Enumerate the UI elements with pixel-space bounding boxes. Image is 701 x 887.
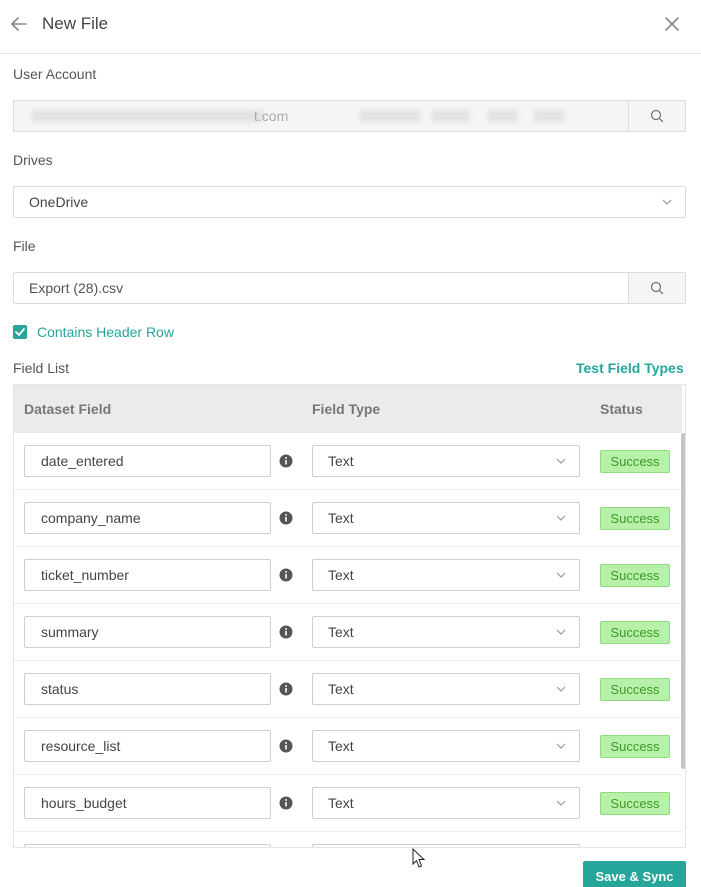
table-row: status Text Success (14, 661, 682, 718)
redacted-text (360, 110, 420, 122)
redacted-text (432, 110, 470, 122)
dataset-field-value: company_name (41, 510, 141, 526)
drives-value: OneDrive (29, 194, 89, 210)
redacted-text (534, 110, 564, 122)
field-type-value: Text (328, 738, 354, 754)
search-icon (650, 281, 664, 295)
redacted-text (32, 110, 264, 122)
dataset-field-input[interactable]: hours_budget (24, 787, 271, 819)
table-row: ticket_number Text Success (14, 547, 682, 604)
info-icon[interactable] (279, 454, 293, 468)
drives-select[interactable]: OneDrive (13, 186, 686, 218)
chevron-down-icon (556, 572, 566, 578)
chevron-down-icon (556, 743, 566, 749)
dataset-field-value: ticket_number (41, 567, 129, 583)
table-row-partial (14, 832, 682, 847)
column-header-dataset-field: Dataset Field (24, 401, 112, 417)
field-type-select[interactable]: Text (312, 502, 580, 534)
dataset-field-input[interactable]: date_entered (24, 445, 271, 477)
chevron-down-icon (556, 686, 566, 692)
status-badge: Success (600, 621, 670, 644)
info-icon[interactable] (279, 796, 293, 810)
chevron-down-icon (662, 199, 672, 205)
table-scrollbar[interactable] (681, 433, 685, 847)
table-row: resource_list Text Success (14, 718, 682, 775)
dataset-field-value: status (41, 681, 79, 697)
status-badge: Success (600, 735, 670, 758)
status-badge: Success (600, 450, 670, 473)
info-icon[interactable] (279, 682, 293, 696)
scrollbar-thumb[interactable] (681, 433, 685, 769)
user-account-label: User Account (13, 66, 97, 82)
user-account-value: t.com (254, 108, 289, 124)
chevron-down-icon (556, 515, 566, 521)
field-type-select[interactable]: Text (312, 730, 580, 762)
table-row: date_entered Text Success (14, 433, 682, 490)
table-header: Dataset Field Field Type Status (14, 385, 682, 433)
field-list-label: Field List (13, 360, 70, 376)
file-label: File (13, 238, 36, 254)
search-icon (650, 109, 664, 123)
save-and-sync-button[interactable]: Save & Sync (583, 861, 686, 887)
field-type-select[interactable]: Text (312, 616, 580, 648)
info-icon[interactable] (279, 739, 293, 753)
info-icon[interactable] (279, 568, 293, 582)
table-row: hours_budget Text Success (14, 775, 682, 832)
status-badge: Success (600, 678, 670, 701)
info-icon[interactable] (279, 625, 293, 639)
check-icon (15, 328, 25, 336)
column-header-status: Status (600, 401, 643, 417)
status-badge: Success (600, 507, 670, 530)
test-field-types-link[interactable]: Test Field Types (576, 360, 684, 376)
file-value: Export (28).csv (29, 280, 124, 296)
dataset-field-input[interactable]: resource_list (24, 730, 271, 762)
field-list-table: Dataset Field Field Type Status date_ent… (13, 384, 686, 848)
field-type-value: Text (328, 624, 354, 640)
field-type-select[interactable]: Text (312, 673, 580, 705)
field-type-select[interactable] (312, 844, 580, 847)
dialog-header: New File (0, 0, 701, 54)
field-type-value: Text (328, 567, 354, 583)
dataset-field-value: summary (41, 624, 99, 640)
field-type-value: Text (328, 681, 354, 697)
chevron-down-icon (556, 629, 566, 635)
dataset-field-input[interactable]: company_name (24, 502, 271, 534)
table-row: company_name Text Success (14, 490, 682, 547)
table-row: summary Text Success (14, 604, 682, 661)
file-search-button[interactable] (628, 273, 685, 303)
status-badge: Success (600, 792, 670, 815)
field-type-select[interactable]: Text (312, 787, 580, 819)
user-account-search-button[interactable] (628, 101, 685, 131)
dataset-field-value: resource_list (41, 738, 121, 754)
close-icon[interactable] (662, 14, 682, 34)
dataset-field-input[interactable]: status (24, 673, 271, 705)
info-icon[interactable] (279, 511, 293, 525)
redacted-text (488, 110, 518, 122)
header-row-checkbox[interactable] (13, 325, 27, 339)
drives-label: Drives (13, 152, 53, 168)
field-type-value: Text (328, 795, 354, 811)
mouse-cursor-icon (412, 848, 426, 868)
chevron-down-icon (556, 800, 566, 806)
field-type-value: Text (328, 453, 354, 469)
dialog-title: New File (42, 14, 109, 33)
file-field[interactable]: Export (28).csv (13, 272, 686, 304)
dataset-field-value: date_entered (41, 453, 124, 469)
arrow-left-icon[interactable] (9, 14, 29, 34)
field-type-value: Text (328, 510, 354, 526)
user-account-field[interactable]: t.com (13, 100, 686, 132)
chevron-down-icon (556, 458, 566, 464)
dataset-field-input[interactable] (24, 844, 271, 847)
dataset-field-input[interactable]: summary (24, 616, 271, 648)
dataset-field-value: hours_budget (41, 795, 127, 811)
status-badge: Success (600, 564, 670, 587)
field-type-select[interactable]: Text (312, 445, 580, 477)
header-row-label[interactable]: Contains Header Row (37, 324, 174, 340)
field-type-select[interactable]: Text (312, 559, 580, 591)
dataset-field-input[interactable]: ticket_number (24, 559, 271, 591)
column-header-field-type: Field Type (312, 401, 381, 417)
